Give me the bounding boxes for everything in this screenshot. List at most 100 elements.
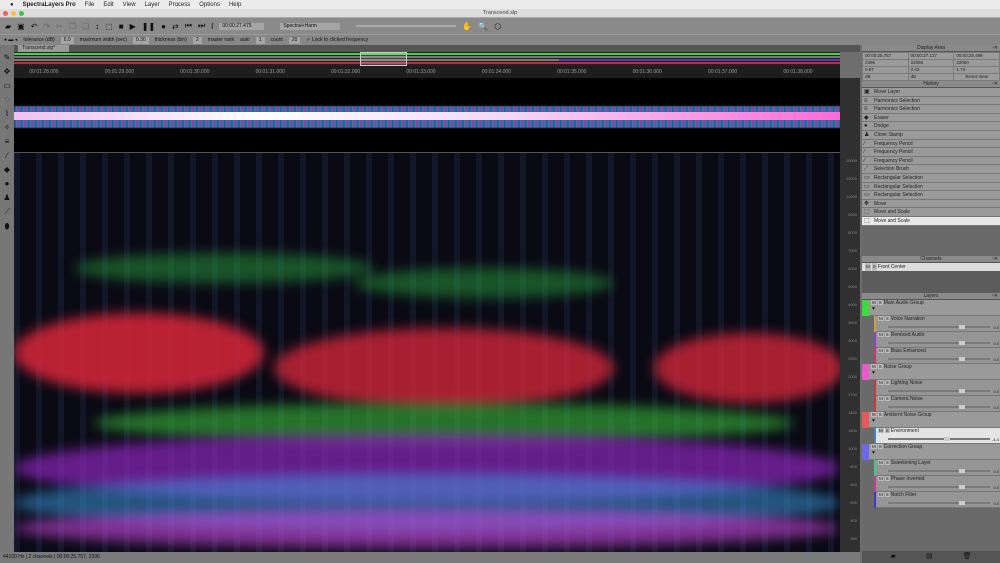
expand-triangle-icon[interactable]: ▼ — [871, 306, 1000, 312]
menu-options[interactable]: Options — [199, 2, 220, 8]
layer-row[interactable]: M S Sweetening Layer 0.0 — [874, 459, 1000, 476]
lock-frequency-checkbox[interactable]: ✓ Lock to clicked frequency — [306, 37, 368, 43]
channel-row[interactable]: M S Front Center — [862, 262, 1000, 271]
redo-icon[interactable]: ↷ — [43, 22, 50, 31]
solo-button[interactable]: S — [877, 299, 883, 305]
drop-icon[interactable]: ⬮ — [4, 222, 9, 232]
solo-button[interactable]: S — [884, 427, 890, 433]
new-layer-icon[interactable]: ▤ — [926, 551, 933, 563]
mute-button[interactable]: M — [865, 262, 871, 271]
layer-group[interactable]: M S Noise Group ▼ — [862, 363, 1000, 380]
history-item[interactable]: ⟋ Selection Brush — [862, 165, 1000, 174]
display-area-value[interactable]: dB — [908, 74, 954, 80]
display-area-value[interactable]: 1.73 — [954, 67, 999, 73]
display-area-value[interactable]: dB — [863, 74, 908, 80]
layer-row[interactable]: M S Phase Inverted 0.0 — [874, 475, 1000, 492]
tolerance-field[interactable]: 6.0 — [60, 36, 74, 44]
layer-volume-slider[interactable] — [888, 388, 990, 393]
record-icon[interactable]: ● — [161, 22, 166, 31]
rect-select-icon[interactable]: ▭ — [3, 81, 11, 90]
history-item[interactable]: ∕ Frequency Pencil — [862, 148, 1000, 157]
play-icon[interactable]: ▶ — [130, 22, 136, 31]
zoom-button[interactable] — [19, 11, 24, 16]
mute-button[interactable]: M — [878, 347, 884, 353]
history-item[interactable]: ∕ Frequency Pencil — [862, 139, 1000, 149]
apple-icon[interactable]: ● — [10, 2, 14, 8]
mute-button[interactable]: M — [871, 363, 877, 369]
solo-button[interactable]: S — [884, 475, 890, 481]
history-item[interactable]: ⬚ Move and Scale — [862, 208, 1000, 217]
panel-close-icon[interactable]: ▫✕ — [992, 293, 998, 300]
layer-volume-slider[interactable] — [888, 340, 990, 345]
menu-help[interactable]: Help — [229, 2, 241, 8]
reset-view-button[interactable]: Reset View — [954, 74, 999, 80]
expand-triangle-icon[interactable]: ▼ — [871, 418, 1000, 424]
history-item[interactable]: ● Dodge — [862, 122, 1000, 131]
layer-row[interactable]: M S Voice Narration 0.0 — [874, 315, 1000, 332]
eraser-icon[interactable]: ◆ — [4, 165, 10, 174]
menu-view[interactable]: View — [123, 2, 136, 8]
display-area-value[interactable]: 2396 — [863, 60, 908, 66]
mute-button[interactable]: M — [871, 299, 877, 305]
paste-icon[interactable]: ❏ — [82, 22, 89, 31]
thickness-field[interactable]: 2 — [192, 36, 202, 44]
wand-icon[interactable]: ✧ — [4, 123, 11, 132]
solo-button[interactable]: S — [877, 443, 883, 449]
solo-button[interactable]: S — [871, 262, 877, 271]
max-width-field[interactable]: 0.30 — [132, 36, 149, 44]
history-item[interactable]: ▭ Rectangular Selection — [862, 191, 1000, 200]
brush-icon[interactable]: ⌇ — [5, 109, 9, 118]
layer-row[interactable]: M S Lighting Noise 0.0 — [874, 379, 1000, 396]
panel-close-icon[interactable]: ▫✕ — [992, 256, 998, 263]
display-area-value[interactable]: 00:00:28.498 — [954, 53, 999, 59]
count-field[interactable]: 20 — [288, 36, 301, 44]
layer-volume-slider[interactable] — [888, 356, 990, 361]
skip-start-icon[interactable]: ⏮ — [185, 21, 192, 31]
magnifier-icon[interactable]: 🔍 — [478, 22, 488, 31]
layer-volume-slider[interactable] — [888, 404, 990, 409]
history-item[interactable]: ≡ Harmonics Selection — [862, 96, 1000, 106]
menu-file[interactable]: File — [85, 2, 95, 8]
expand-triangle-icon[interactable]: ▼ — [871, 450, 1000, 456]
option-icon[interactable]: ● ▬ ◂ — [4, 37, 17, 43]
solo-button[interactable]: S — [877, 363, 883, 369]
panel-close-icon[interactable]: ▫✕ — [992, 81, 998, 88]
view-range-indicator[interactable] — [360, 52, 407, 66]
layer-row[interactable]: M S Camera Noise 0.0 — [874, 395, 1000, 412]
layer-volume-slider[interactable] — [888, 484, 990, 489]
loop-icon[interactable]: ⇄ — [172, 22, 179, 31]
history-item[interactable]: ✥ Move — [862, 199, 1000, 209]
menu-edit[interactable]: Edit — [103, 2, 113, 8]
auto-field[interactable]: 1 — [255, 36, 265, 44]
history-item[interactable]: ◆ Eraser — [862, 113, 1000, 123]
overview-strip[interactable] — [14, 52, 840, 66]
harmonics-icon[interactable]: ≡ — [5, 137, 10, 146]
new-group-icon[interactable]: ▰ — [891, 551, 896, 563]
display-area-value[interactable]: 00:00:27.137 — [908, 53, 954, 59]
resize-icon[interactable]: ↕ — [95, 22, 99, 31]
pencil-tool-icon[interactable]: ✎ — [4, 53, 11, 62]
display-area-value[interactable]: 0.87 — [863, 67, 908, 73]
time-field[interactable]: 00:00:27.475 — [219, 22, 265, 30]
3d-view-icon[interactable]: ⬡ — [494, 22, 501, 31]
time-ruler[interactable]: 00:01:28.000 00:01:29.000 00:01:30.000 00:0… — [14, 66, 840, 78]
hand-icon[interactable]: ✋ — [462, 22, 472, 31]
mute-button[interactable]: M — [878, 475, 884, 481]
history-item[interactable]: ▭ Rectangular Selection — [862, 182, 1000, 192]
smudge-icon[interactable]: ⟋ — [4, 207, 10, 217]
panel-close-icon[interactable]: ▫✕ — [992, 45, 998, 52]
history-item[interactable]: ▭ Rectangular Selection — [862, 173, 1000, 183]
mute-button[interactable]: M — [878, 379, 884, 385]
zoom-slider[interactable] — [356, 25, 457, 27]
solo-button[interactable]: S — [884, 395, 890, 401]
mute-button[interactable]: M — [871, 443, 877, 449]
solo-button[interactable]: S — [884, 331, 890, 337]
menu-process[interactable]: Process — [169, 2, 191, 8]
undo-icon[interactable]: ↶ — [31, 22, 38, 31]
layer-group[interactable]: M S Ambient Noise Group ▼ — [862, 411, 1000, 428]
lasso-icon[interactable]: ◌ — [5, 95, 10, 104]
stamp-icon[interactable]: ♟ — [3, 193, 10, 202]
solo-button[interactable]: S — [884, 459, 890, 465]
copy-icon[interactable]: ❐ — [69, 22, 76, 31]
app-name[interactable]: SpectraLayers Pro — [23, 2, 76, 8]
